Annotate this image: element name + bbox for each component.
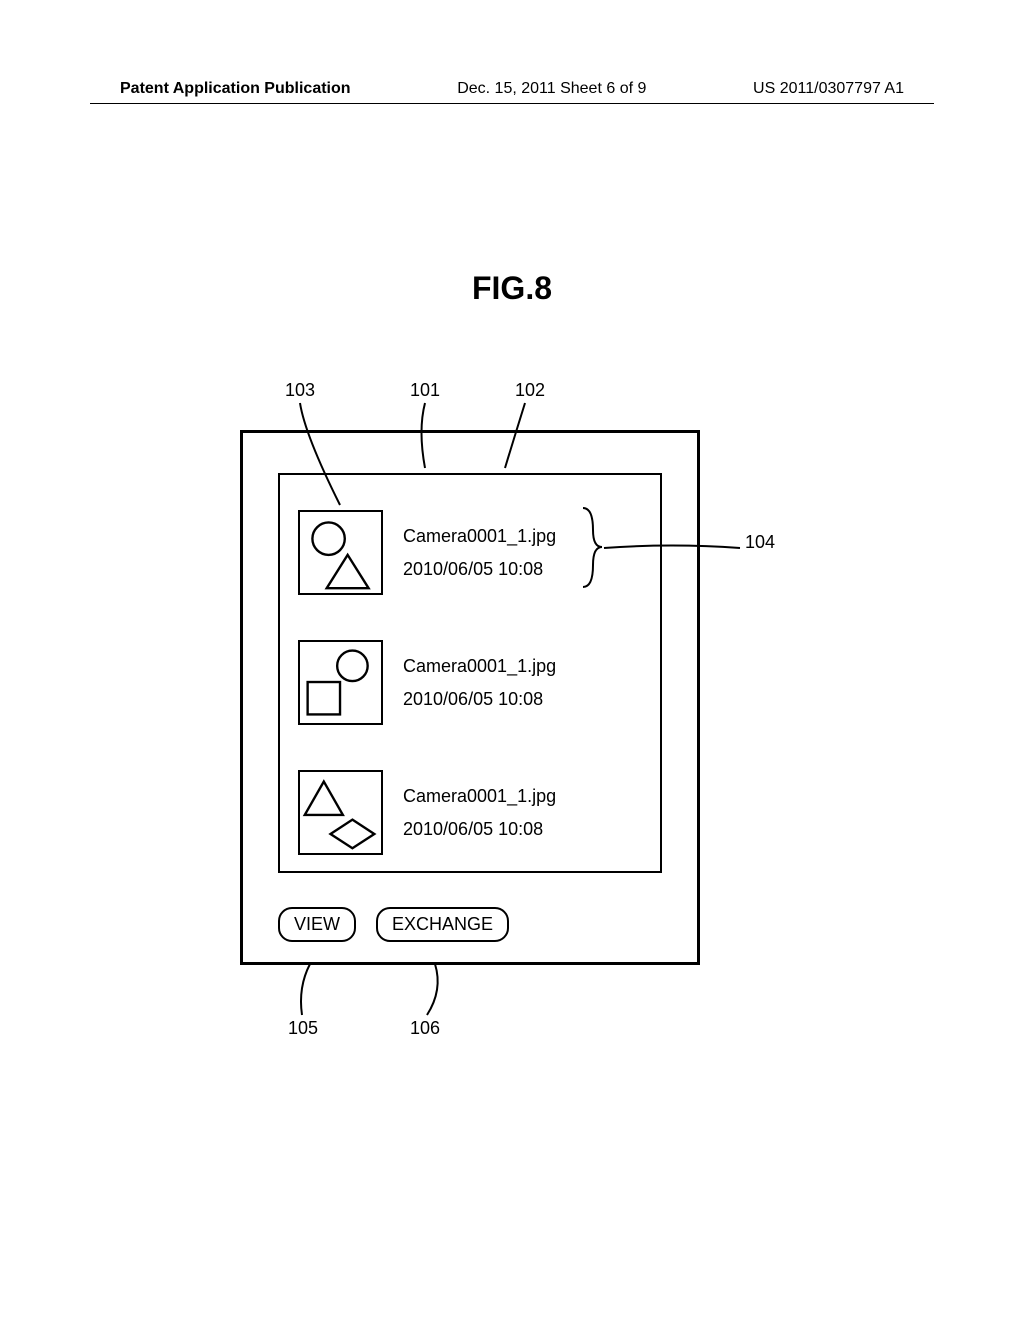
list-item: Camera0001_1.jpg 2010/06/05 10:08	[298, 510, 556, 595]
list-item: Camera0001_1.jpg 2010/06/05 10:08	[298, 770, 556, 855]
header-left: Patent Application Publication	[120, 80, 351, 98]
ref-label-106: 106	[410, 1018, 440, 1039]
ref-label-102: 102	[515, 380, 545, 401]
item-meta: Camera0001_1.jpg 2010/06/05 10:08	[403, 520, 556, 585]
item-timestamp: 2010/06/05 10:08	[403, 683, 556, 715]
exchange-button[interactable]: EXCHANGE	[376, 907, 509, 942]
ref-label-105: 105	[288, 1018, 318, 1039]
ref-label-101: 101	[410, 380, 440, 401]
ref-label-103: 103	[285, 380, 315, 401]
header-center: Dec. 15, 2011 Sheet 6 of 9	[457, 80, 646, 98]
item-filename: Camera0001_1.jpg	[403, 520, 556, 552]
figure-diagram: 103 101 102 Camera0001_1.jpg 2010/06/05 …	[210, 350, 810, 970]
ref-label-104: 104	[745, 532, 775, 553]
item-filename: Camera0001_1.jpg	[403, 650, 556, 682]
figure-title: FIG.8	[0, 270, 1024, 307]
item-timestamp: 2010/06/05 10:08	[403, 553, 556, 585]
item-meta: Camera0001_1.jpg 2010/06/05 10:08	[403, 780, 556, 845]
device-outer-box: Camera0001_1.jpg 2010/06/05 10:08 Camera…	[240, 430, 700, 965]
thumbnail-square-circle	[298, 640, 383, 725]
view-button[interactable]: VIEW	[278, 907, 356, 942]
button-row: VIEW EXCHANGE	[278, 907, 509, 942]
item-filename: Camera0001_1.jpg	[403, 780, 556, 812]
header-rule	[90, 103, 934, 104]
item-meta: Camera0001_1.jpg 2010/06/05 10:08	[403, 650, 556, 715]
page-header: Patent Application Publication Dec. 15, …	[0, 80, 1024, 98]
thumbnail-circle-triangle	[298, 510, 383, 595]
thumbnail-triangle-diamond	[298, 770, 383, 855]
list-item: Camera0001_1.jpg 2010/06/05 10:08	[298, 640, 556, 725]
header-right: US 2011/0307797 A1	[753, 80, 904, 98]
item-timestamp: 2010/06/05 10:08	[403, 813, 556, 845]
